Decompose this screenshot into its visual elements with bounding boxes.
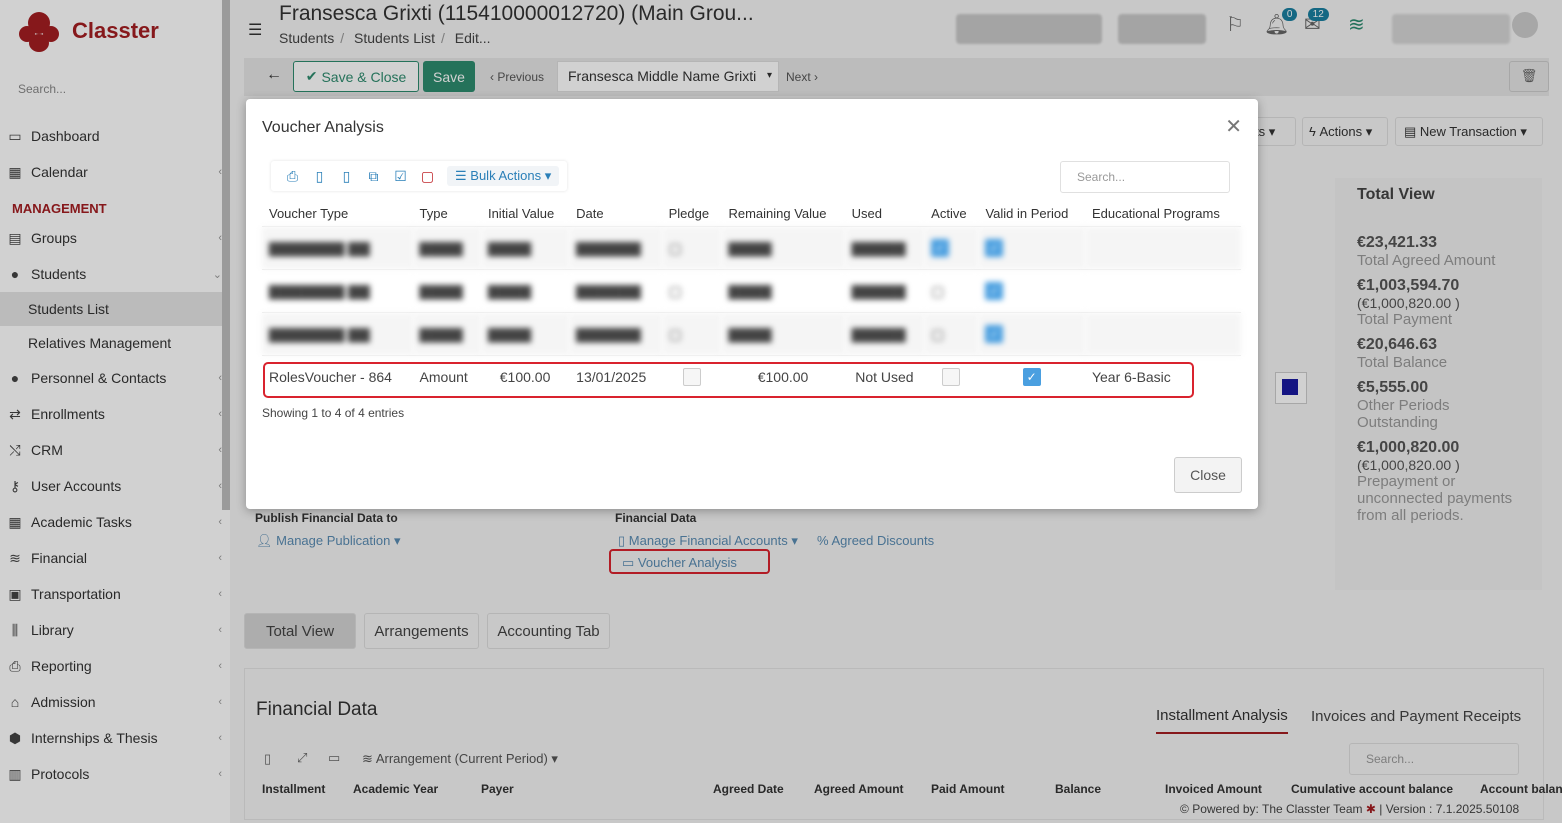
col-initial-value[interactable]: Initial Value bbox=[481, 200, 569, 227]
bulk-actions-dropdown[interactable]: ☰ Bulk Actions ▾ bbox=[447, 166, 560, 186]
col-date[interactable]: Date bbox=[569, 200, 661, 227]
col-voucher-type[interactable]: Voucher Type bbox=[262, 200, 413, 227]
pdf-icon[interactable]: ▯ bbox=[333, 168, 360, 185]
col-educational-programs[interactable]: Educational Programs bbox=[1085, 200, 1241, 227]
table-row-redacted: ▇▇▇▇▇▇▇ ▇▇ ▇▇▇▇ ▇▇▇▇ ▇▇▇▇▇▇ ▢ ▇▇▇▇ ▇▇▇▇▇ ✓ ✓ bbox=[262, 226, 1241, 270]
modal-toolbar: ⎙ ▯ ▯ ⧉ ☑ ▢ ☰ Bulk Actions ▾ bbox=[271, 161, 568, 191]
print-icon[interactable]: ⎙ bbox=[279, 168, 306, 185]
excel-icon[interactable]: ▯ bbox=[306, 168, 333, 185]
col-used[interactable]: Used bbox=[845, 200, 925, 227]
table-row-redacted: ▇▇▇▇▇▇▇ ▇▇ ▇▇▇▇ ▇▇▇▇ ▇▇▇▇▇▇ ▢ ▇▇▇▇ ▇▇▇▇▇ ▢ ✓ bbox=[262, 312, 1241, 356]
select-all-icon[interactable]: ☑ bbox=[387, 168, 414, 185]
close-icon[interactable]: ✕ bbox=[1225, 114, 1242, 139]
copy-icon[interactable]: ⧉ bbox=[360, 168, 387, 185]
col-active[interactable]: Active bbox=[924, 200, 978, 227]
deselect-icon[interactable]: ▢ bbox=[414, 168, 441, 185]
entries-info: Showing 1 to 4 of 4 entries bbox=[262, 406, 405, 420]
voucher-analysis-modal: Voucher Analysis ✕ ⎙ ▯ ▯ ⧉ ☑ ▢ ☰ Bulk Ac… bbox=[246, 99, 1258, 509]
modal-title: Voucher Analysis bbox=[262, 119, 384, 136]
col-remaining-value[interactable]: Remaining Value bbox=[721, 200, 844, 227]
voucher-table-header: Voucher Type Type Initial Value Date Ple… bbox=[262, 200, 1241, 227]
table-row-redacted: ▇▇▇▇▇▇▇ ▇▇ ▇▇▇▇ ▇▇▇▇ ▇▇▇▇▇▇ ▢ ▇▇▇▇ ▇▇▇▇▇ ▢ ✓ bbox=[262, 269, 1241, 313]
close-button[interactable]: Close bbox=[1174, 457, 1242, 493]
highlight-row-outline bbox=[263, 362, 1194, 398]
col-pledge[interactable]: Pledge bbox=[662, 200, 722, 227]
list-icon: ☰ bbox=[455, 168, 467, 183]
col-type[interactable]: Type bbox=[413, 200, 481, 227]
col-valid-in-period[interactable]: Valid in Period bbox=[978, 200, 1084, 227]
modal-search-input[interactable]: Search... bbox=[1060, 161, 1230, 193]
